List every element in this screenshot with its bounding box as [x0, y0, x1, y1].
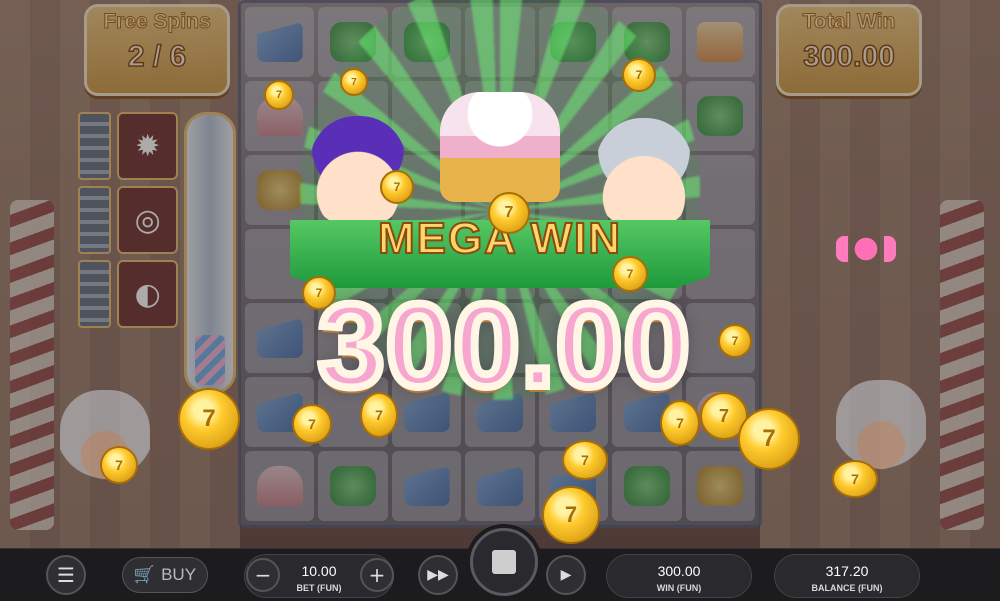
- coin-icon: 7: [100, 446, 138, 484]
- cart-icon: 🛒: [133, 565, 156, 584]
- candy-icon: [836, 236, 896, 262]
- fast-forward-icon: ▶▶: [427, 567, 449, 583]
- stop-icon: [492, 550, 516, 574]
- minus-icon: −: [254, 563, 272, 587]
- balance-display: 317.20 BALANCE (FUN): [774, 554, 920, 598]
- coin-icon: 7: [302, 276, 336, 310]
- turbo-button[interactable]: ▶▶: [418, 555, 458, 595]
- increase-bet-button[interactable]: +: [360, 558, 394, 592]
- coin-icon: 7: [612, 256, 648, 292]
- coin-icon: 7: [264, 80, 294, 110]
- balance-label: BALANCE (FUN): [811, 583, 883, 593]
- candy-cake-icon: [440, 92, 560, 202]
- spin-stop-button[interactable]: [470, 528, 538, 596]
- balance-value: 317.20: [825, 563, 869, 579]
- decrease-bet-button[interactable]: −: [246, 558, 280, 592]
- coin-icon: 7: [622, 58, 656, 92]
- autoplay-button[interactable]: ▶: [546, 555, 586, 595]
- play-icon: ▶: [560, 567, 572, 583]
- win-display: 300.00 WIN (FUN): [606, 554, 752, 598]
- coin-icon: 7: [340, 68, 368, 96]
- buy-feature-button[interactable]: 🛒 BUY: [122, 557, 208, 593]
- mega-win-amount: 300.00: [315, 280, 694, 412]
- knight-character: [596, 118, 692, 228]
- coin-icon: 7: [718, 324, 752, 358]
- coin-icon: 7: [360, 392, 398, 438]
- coin-icon: 7: [292, 404, 332, 444]
- coin-icon: 7: [380, 170, 414, 204]
- win-value: 300.00: [657, 563, 701, 579]
- menu-button[interactable]: ☰: [46, 555, 86, 595]
- coin-icon: 7: [562, 440, 608, 480]
- coin-icon: 7: [660, 400, 700, 446]
- coin-icon: 7: [178, 388, 240, 450]
- coin-icon: 7: [488, 192, 530, 234]
- coin-icon: 7: [832, 460, 878, 498]
- coin-icon: 7: [542, 486, 600, 544]
- coin-icon: 7: [738, 408, 800, 470]
- buy-label: BUY: [161, 565, 197, 584]
- win-label: WIN (FUN): [656, 583, 702, 593]
- game-scene: Free Spins 2 / 6 Total Win 300.00 ✹ ◎ ◐: [0, 0, 1000, 548]
- plus-icon: +: [368, 563, 386, 587]
- menu-icon: ☰: [57, 563, 75, 587]
